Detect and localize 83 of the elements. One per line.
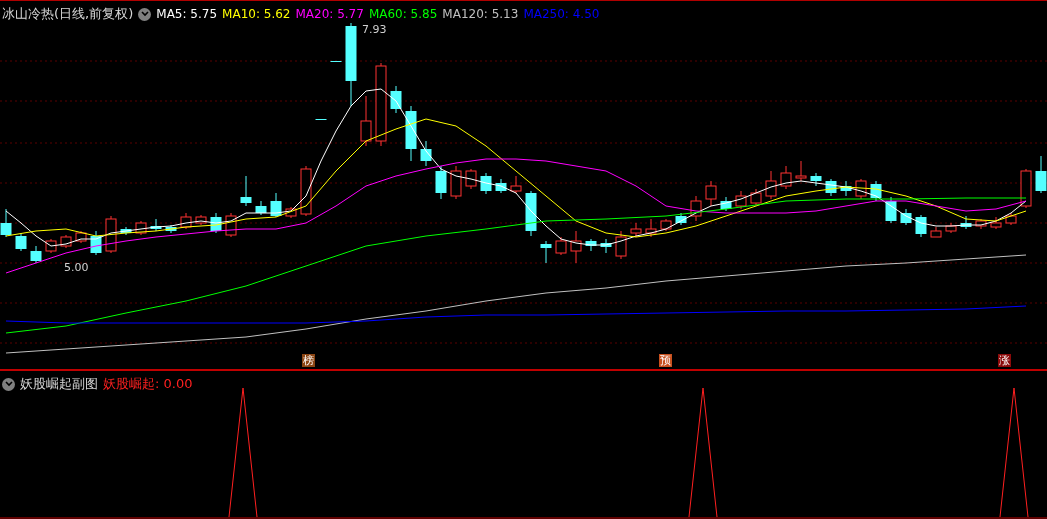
candlestick [165,224,177,234]
candlestick [315,118,327,121]
signal-marker: 涨 [998,354,1011,367]
candlestick [525,190,537,237]
candlestick [105,215,117,254]
legend-label: MA20: 5.77 [295,7,364,21]
legend-label: MA60: 5.85 [368,7,438,21]
candlestick [45,238,57,254]
candlestick [885,196,897,224]
legend-label: MA250: 4.50 [523,7,600,21]
candlestick [735,190,747,210]
legend-label: MA10: 5.62 [222,7,291,21]
candlestick [705,180,717,207]
candlestick [1020,168,1032,209]
candlestick [795,160,807,182]
candlestick [915,214,927,238]
candlestick [975,218,987,230]
candlestick [540,240,552,264]
candlestick [270,192,282,218]
candlestick [780,165,792,190]
candlestick [645,218,657,238]
candlestick [180,212,192,230]
candlestick [390,85,402,114]
candlestick [75,230,87,244]
candlestick [405,105,417,162]
candlestick [675,212,687,226]
candlestick [990,216,1002,230]
candlestick [195,214,207,226]
candlestick [840,180,852,197]
candlestick [1005,212,1017,226]
candlestick [360,95,372,147]
candlestick [750,188,762,207]
candlestick [450,165,462,200]
candlestick [825,178,837,197]
candlestick [330,60,342,63]
candlestick [60,234,72,249]
chart-title: 妖股崛起副图 [20,375,98,393]
indicator-value: 妖股崛起: 0.00 [103,375,193,393]
dropdown-icon[interactable] [138,7,152,21]
chart-title: 冰山冷热(日线,前复权) [2,5,134,23]
candlestick [585,238,597,252]
candlestick [615,230,627,260]
candlestick [150,218,162,232]
candlestick [480,172,492,195]
candlestick [465,168,477,190]
candlestick [720,196,732,212]
candlestick [90,230,102,256]
candlestick [1035,155,1047,194]
legend-label: MA120: 5.13 [442,7,519,21]
candlestick [630,222,642,238]
candlestick [600,238,612,254]
signal-marker: 榜 [302,354,315,367]
candlestick [120,226,132,236]
high-price-label: 7.93 [362,23,387,36]
candlestick [225,212,237,238]
candlestick [135,220,147,236]
candlestick [810,172,822,187]
candlestick [570,230,582,264]
candlestick [690,195,702,222]
candlestick [30,245,42,264]
candlestick [210,212,222,234]
candlestick [765,170,777,200]
candlestick [15,232,27,252]
candlestick [510,175,522,194]
candlestick [435,165,447,200]
candlestick [945,222,957,234]
dropdown-icon[interactable] [2,377,15,391]
candlestick [300,165,312,217]
candlestick [420,140,432,167]
candlestick [285,206,297,219]
signal-marker: 预 [659,354,672,367]
candlestick [495,178,507,194]
candlestick [900,208,912,226]
candlestick [660,218,672,232]
candlestick [240,175,252,207]
candlestick [930,226,942,238]
legend-label: MA5: 5.75 [156,7,218,21]
candlestick [0,208,12,238]
candlestick [555,236,567,256]
low-price-label: 5.00 [64,261,89,274]
candlestick [855,178,867,200]
candlestick [960,215,972,230]
candlestick [255,200,267,216]
